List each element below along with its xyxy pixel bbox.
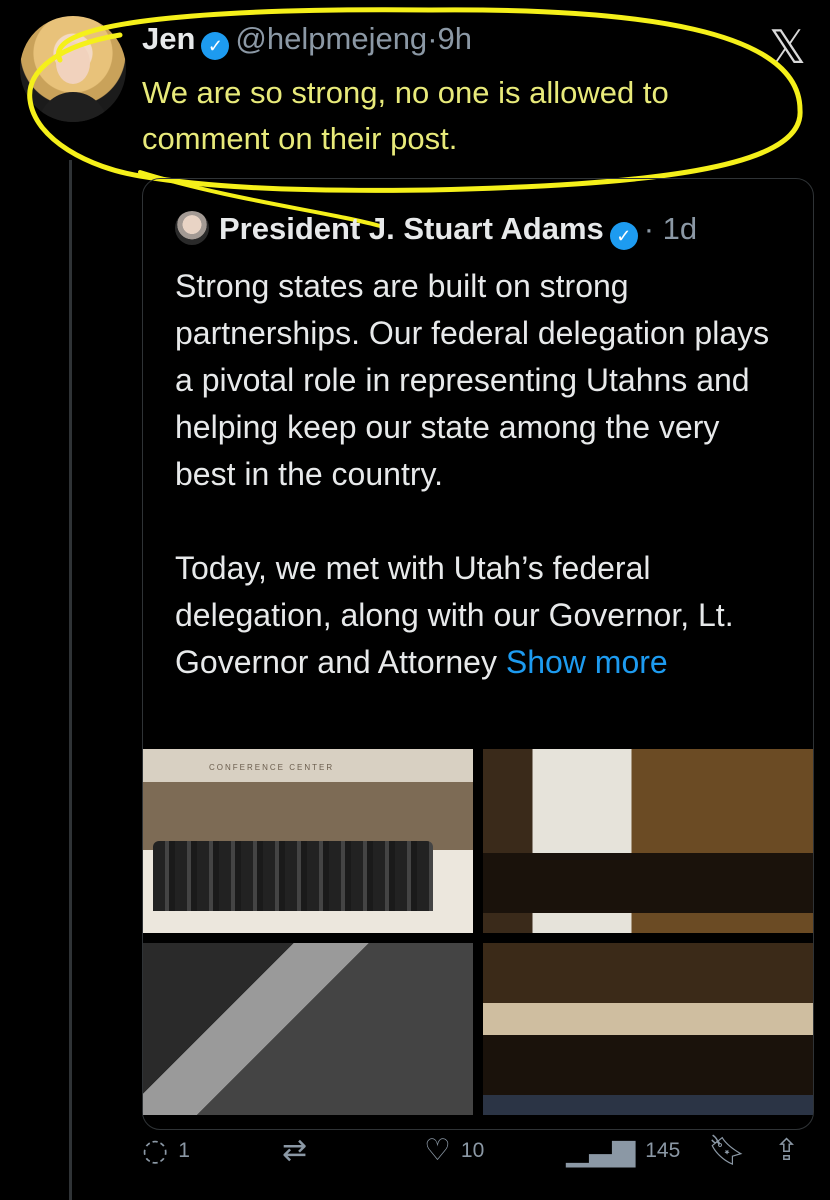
action-bar: ◌ 1 ⇄ ♡ 10 ▁▃▆ 145 🔖︎ ⇪ <box>142 1136 812 1176</box>
author-handle[interactable]: @helpmejeng <box>235 21 427 56</box>
share-button[interactable]: ⇪ <box>774 1136 799 1166</box>
photo-conference-center-group[interactable]: CONFERENCE CENTER <box>143 749 473 933</box>
meeting-table <box>483 853 813 913</box>
quoted-post[interactable]: President J. Stuart Adams ✓ · 1d Strong st… <box>142 178 814 1130</box>
share-icon: ⇪ <box>774 1133 800 1168</box>
post-time[interactable]: ·9h <box>427 21 472 56</box>
avatar[interactable] <box>20 16 126 122</box>
quoted-time: · 1d <box>643 211 698 246</box>
photo-meeting-room-flags[interactable] <box>483 749 813 933</box>
avatar-body <box>38 92 108 122</box>
heart-icon: ♡ <box>424 1133 451 1168</box>
quoted-avatar <box>175 211 209 245</box>
x-logo-icon[interactable]: 𝕏 <box>769 20 806 74</box>
quoted-paragraph-2: Today, we met with Utah’s federal delega… <box>175 545 785 686</box>
quoted-author-name[interactable]: President J. Stuart Adams <box>219 211 604 246</box>
photo-meeting-painting[interactable] <box>483 943 813 1115</box>
conference-center-sign: CONFERENCE CENTER <box>209 763 335 772</box>
bookmark-button[interactable]: 🔖︎ <box>708 1136 746 1166</box>
reply-icon: ◌ <box>142 1133 169 1168</box>
group-of-people <box>153 841 433 911</box>
post-header: Jen ✓ @helpmejeng·9h <box>142 20 472 60</box>
views-count: 145 <box>645 1139 681 1162</box>
views-icon: ▁▃▆ <box>566 1133 636 1168</box>
like-count: 10 <box>460 1139 485 1162</box>
quoted-paragraph-1: Strong states are built on strong partne… <box>175 268 770 492</box>
verified-badge-icon: ✓ <box>609 222 638 250</box>
show-more-link[interactable]: Show more <box>506 644 668 680</box>
thread-line <box>69 160 72 1200</box>
like-button[interactable]: ♡ 10 <box>424 1136 484 1166</box>
post-text: We are so strong, no one is allowed to c… <box>142 75 669 156</box>
quoted-header: President J. Stuart Adams ✓ · 1d <box>175 209 697 250</box>
verified-badge-icon: ✓ <box>201 32 230 60</box>
views-button[interactable]: ▁▃▆ 145 <box>566 1136 680 1166</box>
reply-button[interactable]: ◌ 1 <box>142 1136 190 1166</box>
reply-count: 1 <box>178 1139 190 1162</box>
repost-button[interactable]: ⇄ <box>282 1136 307 1166</box>
author-name[interactable]: Jen <box>142 21 195 56</box>
media-grid: CONFERENCE CENTER <box>143 749 813 1115</box>
photo-black-and-white-meeting[interactable] <box>143 943 473 1115</box>
meeting-table <box>483 1035 813 1095</box>
bookmark-icon: 🔖︎ <box>708 1133 747 1168</box>
avatar-face <box>56 42 90 84</box>
repost-icon: ⇄ <box>282 1133 308 1168</box>
quoted-text: Strong states are built on strong partne… <box>175 263 785 686</box>
